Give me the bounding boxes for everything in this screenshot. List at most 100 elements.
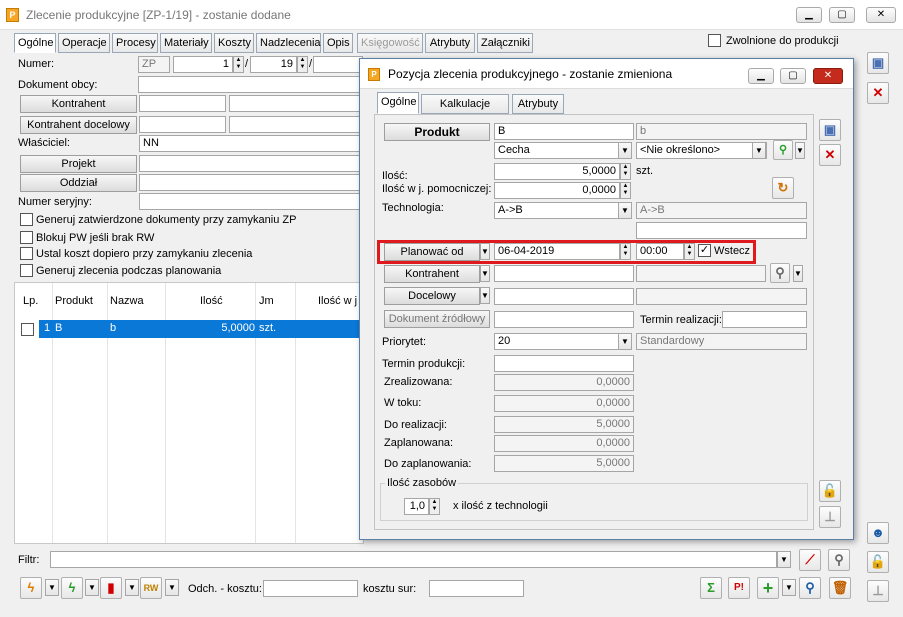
tab-materialy[interactable]: Materiały: [160, 33, 212, 53]
department-button[interactable]: Oddział: [20, 174, 137, 192]
dialog-save-icon[interactable]: ▣: [819, 119, 841, 141]
plan-from-button[interactable]: Planować od: [384, 243, 480, 261]
source-doc-field[interactable]: [494, 311, 634, 328]
dialog-lock-icon[interactable]: 🔓: [819, 480, 841, 502]
contractor-search-dropdown[interactable]: ▼: [793, 265, 803, 282]
cost-dev-field[interactable]: [263, 580, 358, 597]
feature-search-icon[interactable]: ⚲: [773, 140, 793, 160]
released-checkbox[interactable]: [708, 34, 721, 47]
dialog-contractor-dropdown[interactable]: ▼: [480, 265, 490, 282]
recalculate-icon[interactable]: ↻: [772, 177, 794, 199]
grid-header-jm[interactable]: Jm: [259, 295, 274, 307]
qty-aux-field[interactable]: 0,0000: [494, 182, 620, 199]
dialog-minimize-button[interactable]: ▁: [748, 68, 774, 84]
tab-koszty[interactable]: Koszty: [214, 33, 254, 53]
pin-icon[interactable]: ⊥: [867, 580, 889, 602]
feature-option-dropdown[interactable]: ▼: [752, 142, 766, 159]
table-row[interactable]: 1 B b 5,0000 szt.: [39, 320, 363, 338]
feature-option-field[interactable]: <Nie określono>: [636, 142, 767, 159]
number-prefix-field[interactable]: ZP: [138, 56, 170, 73]
department-field[interactable]: [139, 174, 363, 191]
contractor-name-field[interactable]: [229, 95, 363, 112]
prod-deadline-field[interactable]: [494, 355, 634, 372]
contractor-code-field[interactable]: [139, 95, 226, 112]
product-code-field[interactable]: B: [494, 123, 634, 140]
serial-field[interactable]: [139, 193, 363, 210]
checkbox-cost-on-close[interactable]: [20, 247, 33, 260]
checkbox-block-pw[interactable]: [20, 231, 33, 244]
product-button[interactable]: Produkt: [384, 123, 490, 141]
owner-field[interactable]: NN: [139, 135, 363, 152]
clear-filter-icon[interactable]: ⟋: [799, 549, 821, 571]
tab-operacje[interactable]: Operacje: [58, 33, 110, 53]
backward-checkbox[interactable]: ✓: [698, 244, 711, 257]
grid-header-nazwa[interactable]: Nazwa: [110, 295, 144, 307]
lightning-green-icon[interactable]: ϟ: [61, 577, 83, 599]
dialog-contractor-button[interactable]: Kontrahent: [384, 265, 480, 283]
priority-icon[interactable]: P!: [728, 577, 750, 599]
year-field[interactable]: 19: [250, 56, 297, 73]
rw-dropdown[interactable]: ▼: [165, 579, 179, 596]
dialog-tab-ogolne[interactable]: Ogólne: [377, 92, 419, 114]
target-contractor-button[interactable]: Kontrahent docelowy: [20, 116, 137, 134]
grid-header-ilosc[interactable]: Ilość: [200, 295, 223, 307]
grid-header-produkt[interactable]: Produkt: [55, 295, 93, 307]
plan-from-dropdown[interactable]: ▼: [480, 243, 490, 260]
add-icon[interactable]: +: [757, 577, 779, 599]
foreign-doc-field[interactable]: [138, 76, 363, 93]
feature-field[interactable]: Cecha: [494, 142, 619, 159]
dialog-maximize-button[interactable]: ▢: [780, 68, 806, 84]
target-button[interactable]: Docelowy: [384, 287, 480, 305]
save-icon[interactable]: ▣: [867, 52, 889, 74]
target-contractor-code-field[interactable]: [139, 116, 226, 133]
cancel-icon[interactable]: ✕: [867, 82, 889, 104]
items-grid[interactable]: Lp. Produkt Nazwa Ilość Jm Ilość w j 1 B…: [14, 282, 364, 544]
book-icon[interactable]: ▮: [100, 577, 122, 599]
close-button[interactable]: ✕: [866, 7, 896, 23]
user-icon[interactable]: ☻: [867, 522, 889, 544]
tab-nadzlecenia[interactable]: Nadzlecenia: [256, 33, 321, 53]
plan-time-field[interactable]: 00:00: [636, 243, 684, 260]
feature-search-dropdown[interactable]: ▼: [795, 142, 805, 159]
tab-ksiegowosc[interactable]: Księgowość: [357, 33, 423, 53]
project-button[interactable]: Projekt: [20, 155, 137, 173]
delete-trash-icon[interactable]: 🗑: [829, 577, 851, 599]
grid-header-ilosc-jp[interactable]: Ilość w j: [318, 295, 357, 307]
rw-icon[interactable]: RW: [140, 577, 162, 599]
filter-dropdown[interactable]: ▼: [777, 551, 791, 568]
tech-extra-field[interactable]: [636, 222, 807, 239]
lightning-green-dropdown[interactable]: ▼: [85, 579, 99, 596]
tech-field[interactable]: A->B: [494, 202, 619, 219]
cost-sur-field[interactable]: [429, 580, 524, 597]
lightning-orange-dropdown[interactable]: ▼: [45, 579, 59, 596]
search-icon[interactable]: ⚲: [799, 577, 821, 599]
grid-header-lp[interactable]: Lp.: [23, 295, 38, 307]
sum-icon[interactable]: Σ: [700, 577, 722, 599]
minimize-button[interactable]: ▁: [796, 7, 822, 23]
target-field[interactable]: [494, 288, 634, 305]
tab-procesy[interactable]: Procesy: [112, 33, 158, 53]
book-dropdown[interactable]: ▼: [125, 579, 139, 596]
resources-field[interactable]: 1,0: [404, 498, 429, 515]
contractor-search-icon[interactable]: ⚲: [770, 263, 790, 283]
qty-aux-spinner[interactable]: ▲ ▼: [620, 182, 631, 199]
filter-field[interactable]: [50, 551, 777, 568]
deadline-field[interactable]: [722, 311, 807, 328]
number-spinner[interactable]: ▲ ▼: [233, 56, 244, 73]
plan-time-spinner[interactable]: ▲ ▼: [684, 243, 695, 260]
dialog-close-button[interactable]: ✕: [813, 68, 843, 84]
qty-field[interactable]: 5,0000: [494, 163, 620, 180]
row-checkbox[interactable]: [21, 323, 34, 336]
tab-opis[interactable]: Opis: [323, 33, 353, 53]
plan-date-field[interactable]: 06-04-2019: [494, 243, 620, 260]
priority-dropdown[interactable]: ▼: [618, 333, 632, 350]
dialog-tab-atrybuty[interactable]: Atrybuty: [512, 94, 564, 114]
checkbox-generate-approved[interactable]: [20, 213, 33, 226]
feature-dropdown[interactable]: ▼: [618, 142, 632, 159]
checkbox-generate-on-plan[interactable]: [20, 264, 33, 277]
resources-spinner[interactable]: ▲ ▼: [429, 498, 440, 515]
tab-zalaczniki[interactable]: Załączniki: [477, 33, 533, 53]
priority-field[interactable]: 20: [494, 333, 619, 350]
maximize-button[interactable]: ▢: [829, 7, 855, 23]
project-field[interactable]: [139, 155, 363, 172]
